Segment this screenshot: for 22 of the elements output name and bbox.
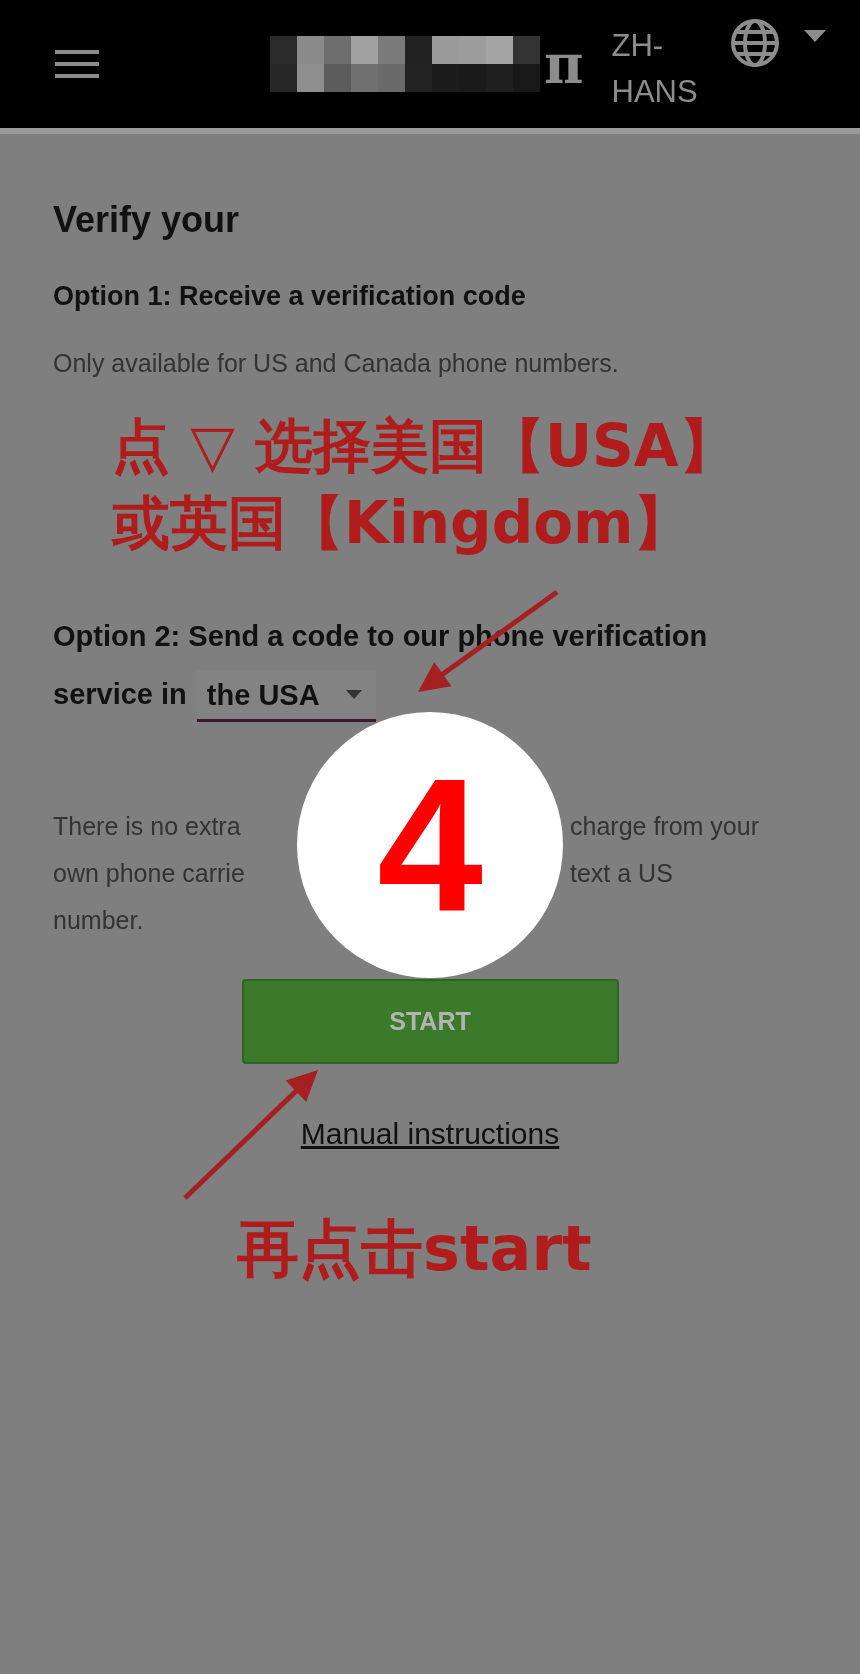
caret-icon[interactable]: [803, 30, 826, 42]
globe-icon[interactable]: [729, 18, 780, 68]
page-title: Verify your: [53, 200, 241, 240]
menu-icon[interactable]: [55, 48, 99, 80]
start-button[interactable]: START: [241, 979, 619, 1064]
notice-text: There is no extra: [53, 811, 242, 842]
language-label[interactable]: ZH-HANS: [611, 23, 708, 115]
annotation-text: 或英国【Kingdom】: [112, 488, 692, 559]
annotation-text: 点 ▽ 选择美国【USA】: [112, 411, 737, 482]
option-heading: service in: [53, 678, 187, 710]
notice-text: text a US: [570, 858, 674, 889]
annotation-text: 再点击start: [237, 1212, 592, 1285]
country-select[interactable]: the USA: [196, 670, 376, 723]
option-heading: Option 1: Receive a verification code: [53, 280, 527, 313]
caret-icon: [345, 690, 362, 700]
notice-text: charge from your: [570, 811, 760, 842]
manual-instructions-link[interactable]: Manual instructions: [300, 1114, 560, 1154]
notice-text: own phone carrie: [53, 858, 246, 889]
logo-text: π: [544, 32, 584, 96]
option-note: Only available for US and Canada phone numbers.: [53, 348, 620, 379]
notice-text: number.: [53, 905, 145, 936]
step-badge: 4: [297, 712, 563, 978]
